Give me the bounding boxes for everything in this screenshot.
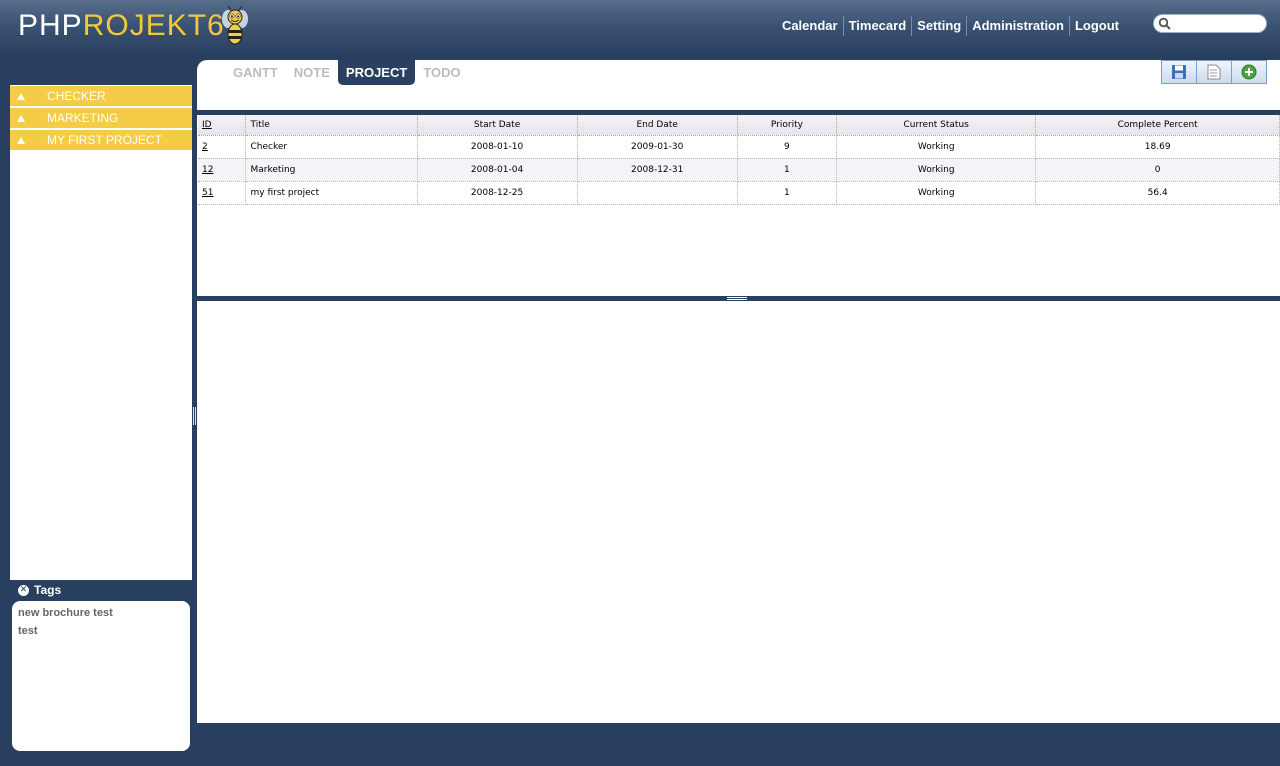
column-header-start-date[interactable]: Start Date bbox=[417, 115, 578, 136]
cell-complete-percent[interactable]: 56.4 bbox=[1035, 181, 1280, 205]
tag-link[interactable]: new brochure test bbox=[18, 604, 184, 622]
search-input[interactable] bbox=[1174, 16, 1262, 31]
cell-end-date[interactable]: 2008-12-31 bbox=[577, 158, 738, 182]
nav-timecard-link[interactable]: Timecard bbox=[842, 16, 912, 36]
logo-php-text: PHP bbox=[18, 9, 83, 42]
top-navigation: Calendar Timecard Setting Administration… bbox=[777, 16, 1124, 36]
vertical-splitter-handle[interactable] bbox=[193, 407, 196, 425]
export-button[interactable] bbox=[1196, 60, 1232, 84]
cell-current-status[interactable]: Working bbox=[836, 135, 1037, 159]
tag-link[interactable]: test bbox=[18, 622, 184, 640]
cell-complete-percent[interactable]: 0 bbox=[1035, 158, 1280, 182]
nav-setting-link[interactable]: Setting bbox=[911, 16, 966, 36]
collapse-triangle-icon[interactable] bbox=[17, 114, 25, 122]
horizontal-splitter-handle[interactable] bbox=[727, 297, 747, 300]
nav-administration-link[interactable]: Administration bbox=[966, 16, 1069, 36]
cell-complete-percent[interactable]: 18.69 bbox=[1035, 135, 1280, 159]
cell-priority[interactable]: 9 bbox=[737, 135, 838, 159]
grid-header-row: ID Title Start Date End Date Priority Cu… bbox=[198, 115, 1280, 136]
tab-project[interactable]: PROJECT bbox=[337, 60, 416, 85]
project-tree-panel: CHECKER MARKETING MY FIRST PROJECT bbox=[10, 85, 192, 580]
project-item-checker[interactable]: CHECKER bbox=[10, 86, 192, 106]
export-icon bbox=[1207, 64, 1221, 80]
column-header-complete-percent[interactable]: Complete Percent bbox=[1035, 115, 1280, 136]
cell-id-link[interactable]: 12 bbox=[198, 158, 246, 182]
add-button[interactable] bbox=[1231, 60, 1267, 84]
cell-title[interactable]: my first project bbox=[245, 181, 418, 205]
close-tags-icon[interactable]: ✕ bbox=[18, 584, 29, 596]
cell-id-link[interactable]: 2 bbox=[198, 135, 246, 159]
header: PHPROJEKT6 Calendar Timecard Setting Adm… bbox=[0, 0, 1280, 56]
logo-projekt-text: ROJEKT6 bbox=[82, 9, 225, 42]
column-header-title[interactable]: Title bbox=[245, 115, 418, 136]
tab-todo[interactable]: TODO bbox=[415, 60, 468, 85]
column-header-id[interactable]: ID bbox=[198, 115, 246, 136]
project-item-my-first-project[interactable]: MY FIRST PROJECT bbox=[10, 130, 192, 150]
project-grid: ID Title Start Date End Date Priority Cu… bbox=[198, 115, 1280, 205]
table-row[interactable]: 12 Marketing 2008-01-04 2008-12-31 1 Wor… bbox=[198, 158, 1280, 182]
grid-toolbar bbox=[1161, 60, 1267, 84]
module-tabs: GANTT NOTE PROJECT TODO bbox=[225, 60, 469, 85]
collapse-triangle-icon[interactable] bbox=[17, 136, 25, 144]
cell-start-date[interactable]: 2008-01-10 bbox=[417, 135, 578, 159]
tags-header: ✕ Tags bbox=[18, 583, 61, 597]
cell-current-status[interactable]: Working bbox=[836, 158, 1037, 182]
cell-title[interactable]: Checker bbox=[245, 135, 418, 159]
cell-title[interactable]: Marketing bbox=[245, 158, 418, 182]
project-item-label: CHECKER bbox=[47, 89, 106, 103]
column-header-priority[interactable]: Priority bbox=[737, 115, 838, 136]
cell-current-status[interactable]: Working bbox=[836, 181, 1037, 205]
nav-logout-link[interactable]: Logout bbox=[1068, 16, 1124, 36]
column-header-current-status[interactable]: Current Status bbox=[836, 115, 1037, 136]
main-content: GANTT NOTE PROJECT TODO ID Title Start D… bbox=[197, 60, 1280, 723]
project-item-marketing[interactable]: MARKETING bbox=[10, 108, 192, 128]
cell-id-link[interactable]: 51 bbox=[198, 181, 246, 205]
search-box[interactable] bbox=[1153, 14, 1267, 33]
save-button[interactable] bbox=[1161, 60, 1197, 84]
tags-title: Tags bbox=[34, 583, 62, 597]
tab-note[interactable]: NOTE bbox=[286, 60, 338, 85]
cell-start-date[interactable]: 2008-12-25 bbox=[417, 181, 578, 205]
project-item-label: MARKETING bbox=[47, 111, 119, 125]
search-icon bbox=[1158, 17, 1171, 30]
tags-panel: new brochure test test bbox=[12, 601, 190, 751]
cell-start-date[interactable]: 2008-01-04 bbox=[417, 158, 578, 182]
logo[interactable]: PHPROJEKT6 bbox=[18, 9, 225, 43]
tab-gantt[interactable]: GANTT bbox=[225, 60, 286, 85]
cell-priority[interactable]: 1 bbox=[737, 181, 838, 205]
collapse-triangle-icon[interactable] bbox=[17, 92, 25, 100]
project-item-label: MY FIRST PROJECT bbox=[47, 133, 162, 147]
table-row[interactable]: 2 Checker 2008-01-10 2009-01-30 9 Workin… bbox=[198, 135, 1280, 159]
table-row[interactable]: 51 my first project 2008-12-25 1 Working… bbox=[198, 181, 1280, 205]
nav-calendar-link[interactable]: Calendar bbox=[777, 16, 843, 36]
cell-end-date[interactable]: 2009-01-30 bbox=[577, 135, 738, 159]
save-icon bbox=[1172, 65, 1186, 79]
cell-end-date[interactable] bbox=[577, 181, 738, 205]
column-header-end-date[interactable]: End Date bbox=[577, 115, 738, 136]
add-icon bbox=[1241, 64, 1257, 80]
bee-mascot-icon bbox=[222, 5, 248, 45]
cell-priority[interactable]: 1 bbox=[737, 158, 838, 182]
